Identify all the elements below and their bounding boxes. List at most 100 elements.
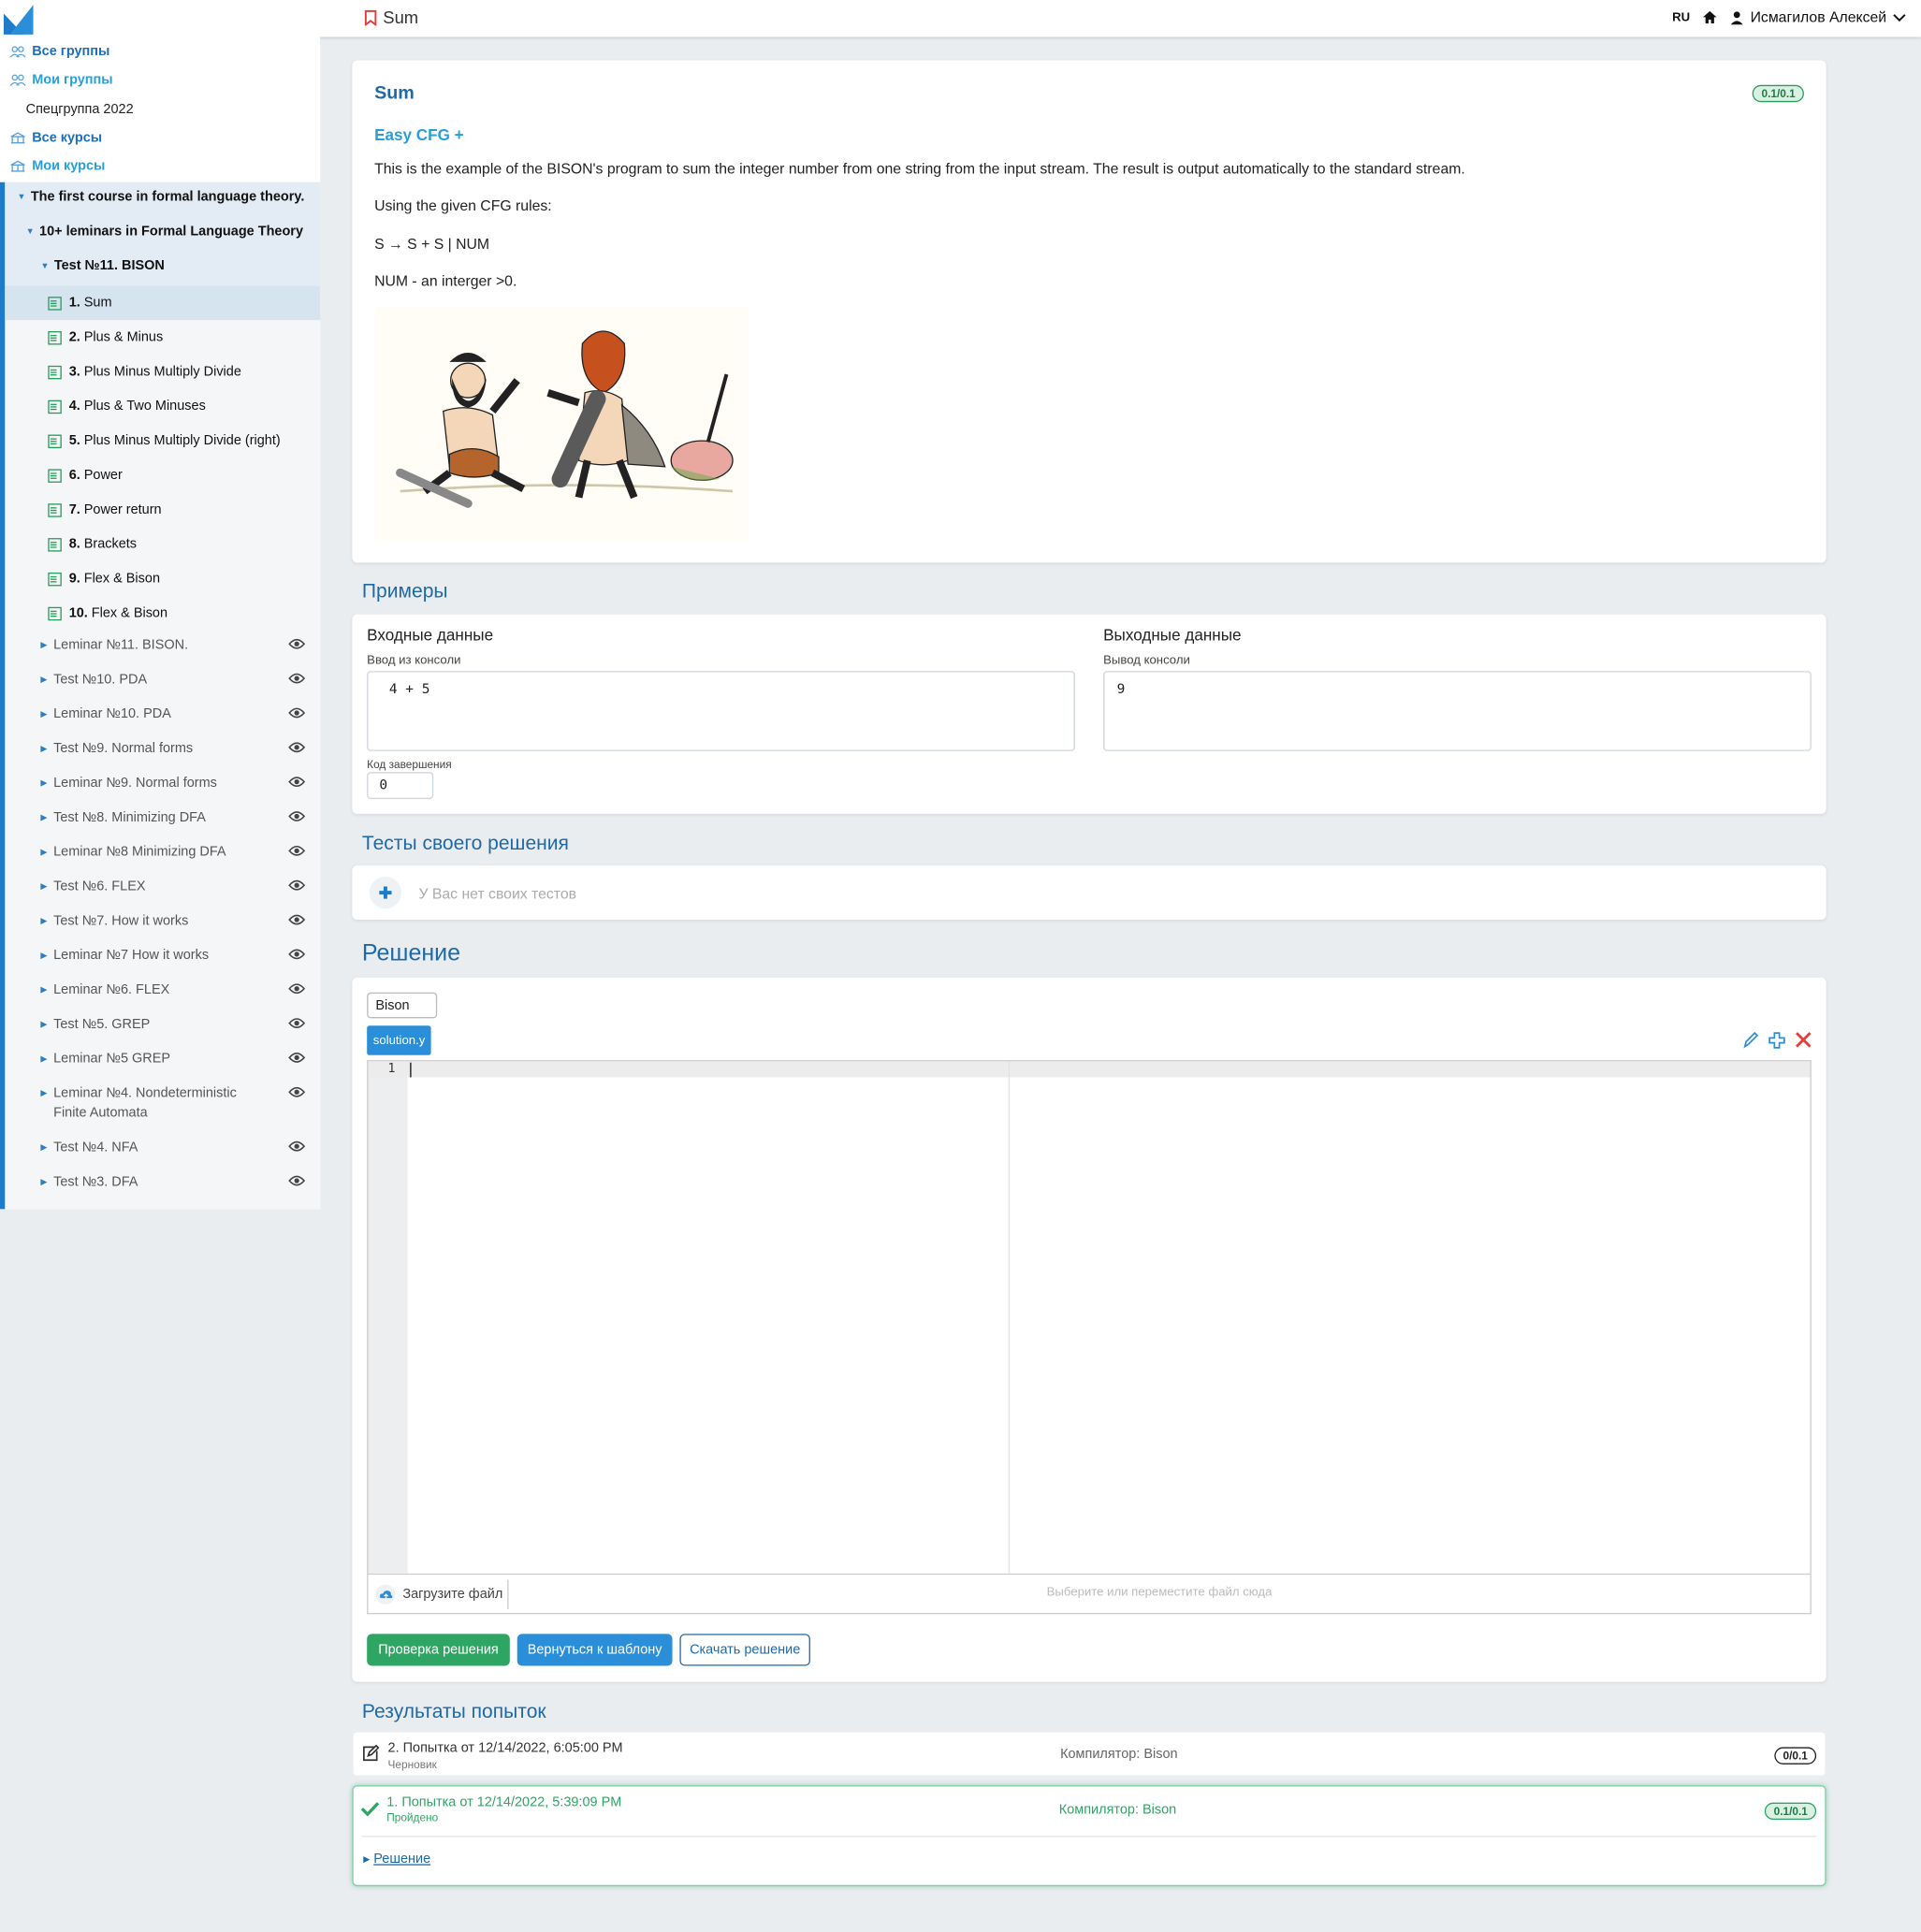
tree-task-item[interactable]: 8. Brackets xyxy=(5,527,320,561)
eye-icon[interactable] xyxy=(288,741,306,753)
task-doc-icon xyxy=(48,296,62,310)
tree-task-item[interactable]: 9. Flex & Bison xyxy=(5,561,320,596)
eye-icon[interactable] xyxy=(288,776,306,788)
eye-icon[interactable] xyxy=(288,948,306,960)
language-switch[interactable]: RU xyxy=(1672,10,1690,23)
tree-collapsed-item[interactable]: ▶ Leminar №5 GREP xyxy=(5,1049,320,1068)
task-card: Sum 0.1/0.1 Easy CFG + This is the examp… xyxy=(352,60,1826,563)
add-test-button[interactable] xyxy=(369,876,402,909)
tree-collapsed-item[interactable]: ▶ Leminar №7 How it works xyxy=(5,946,320,966)
cavemen-illustration xyxy=(375,306,749,541)
nav-all-courses[interactable]: Все курсы xyxy=(10,130,102,145)
add-file-icon[interactable] xyxy=(1768,1032,1785,1049)
tree-collapsed-item[interactable]: ▶ Leminar №4. Nondeterministic Finite Aut… xyxy=(5,1083,320,1123)
task-doc-icon xyxy=(48,399,62,414)
attempt-row[interactable]: 2. Попытка от 12/14/2022, 6:05:00 PM Чер… xyxy=(352,1731,1826,1777)
download-solution-button[interactable]: Скачать решение xyxy=(679,1634,810,1666)
tree-collapsed-item[interactable]: ▶ Test №9. Normal forms xyxy=(5,739,320,759)
attempt-divider xyxy=(361,1836,1817,1838)
tree-module[interactable]: ▼ 10+ leminars in Formal Language Theory xyxy=(26,225,303,240)
app-logo[interactable] xyxy=(3,1,35,36)
task-number: 5. xyxy=(68,433,80,449)
eye-icon[interactable] xyxy=(288,1086,306,1098)
output-example[interactable]: 9 xyxy=(1103,671,1812,751)
active-line xyxy=(368,1061,1811,1078)
file-tab-solution[interactable]: solution.y xyxy=(367,1025,431,1055)
page-title: Sum xyxy=(364,7,418,27)
delete-file-icon[interactable] xyxy=(1796,1032,1812,1048)
eye-icon[interactable] xyxy=(288,1174,306,1186)
tree-collapsed-item[interactable]: ▶ Test №5. GREP xyxy=(5,1014,320,1034)
eye-icon[interactable] xyxy=(288,1052,306,1064)
nav-my-courses[interactable]: Мои курсы xyxy=(10,158,106,174)
nav-special-group[interactable]: Спецгруппа 2022 xyxy=(26,102,134,117)
task-label: Power xyxy=(83,468,123,483)
tree-collapsed-item[interactable]: ▶ Leminar №8 Minimizing DFA xyxy=(5,842,320,862)
tree-collapsed-item[interactable]: ▶ Test №8. Minimizing DFA xyxy=(5,807,320,827)
collapsed-item-label: Leminar №9. Normal forms xyxy=(53,776,217,791)
collapsed-item-label: Leminar №4. Nondeterministic Finite Auto… xyxy=(53,1085,237,1121)
upload-file-button[interactable]: Загрузите файл xyxy=(368,1579,509,1610)
tree-test[interactable]: ▼ Test №11. BISON xyxy=(40,258,164,273)
eye-icon[interactable] xyxy=(288,706,306,719)
check-solution-button[interactable]: Проверка решения xyxy=(367,1634,510,1666)
reset-template-button[interactable]: Вернуться к шаблону xyxy=(517,1634,673,1666)
collapsed-item-label: Test №9. Normal forms xyxy=(53,741,194,757)
home-icon[interactable] xyxy=(1702,10,1718,25)
user-menu[interactable]: Исмагилов Алексей xyxy=(1731,8,1907,26)
task-number: 10. xyxy=(68,605,88,621)
tree-collapsed-item[interactable]: ▶ Leminar №11. BISON. xyxy=(5,635,320,655)
caret-down-icon: ▼ xyxy=(25,226,35,237)
tree-task-item[interactable]: 7. Power return xyxy=(5,492,320,527)
caret-right-icon: ▶ xyxy=(40,882,48,892)
tree-task-item[interactable]: 2. Plus & Minus xyxy=(5,320,320,355)
eye-icon[interactable] xyxy=(288,673,306,685)
tree-collapsed-item[interactable]: ▶ Leminar №9. Normal forms xyxy=(5,773,320,792)
solution-link[interactable]: Решение xyxy=(373,1852,430,1867)
solution-toggle[interactable]: ▶ Решение xyxy=(363,1852,430,1867)
caret-right-icon: ▶ xyxy=(40,1020,48,1030)
eye-icon[interactable] xyxy=(288,1017,306,1029)
tree-task-item[interactable]: 4. Plus & Two Minuses xyxy=(5,389,320,424)
tree-collapsed-item[interactable]: ▶ Test №4. NFA xyxy=(5,1138,320,1157)
plus-icon xyxy=(379,886,392,899)
eye-icon[interactable] xyxy=(288,879,306,892)
eye-icon[interactable] xyxy=(288,913,306,925)
tree-collapsed-item[interactable]: ▶ Test №3. DFA xyxy=(5,1172,320,1192)
tree-collapsed-item[interactable]: ▶ Test №7. How it works xyxy=(5,911,320,931)
eye-icon[interactable] xyxy=(288,810,306,822)
nav-my-courses-label: Мои курсы xyxy=(32,158,106,174)
tree-course[interactable]: ▼ The first course in formal language th… xyxy=(17,190,304,205)
eye-icon[interactable] xyxy=(288,845,306,857)
input-example[interactable]: 4 + 5 xyxy=(367,671,1075,751)
attempt-row[interactable]: 1. Попытка от 12/14/2022, 5:39:09 PM Про… xyxy=(352,1785,1826,1887)
nav-all-groups[interactable]: Все группы xyxy=(9,44,110,59)
code-editor[interactable]: 1 xyxy=(367,1060,1812,1576)
eye-icon[interactable] xyxy=(288,1140,306,1153)
tree-collapsed-item[interactable]: ▶ Leminar №10. PDA xyxy=(5,705,320,724)
tree-collapsed-item[interactable]: ▶ Test №10. PDA xyxy=(5,670,320,690)
tree-collapsed-item[interactable]: ▶ Test №6. FLEX xyxy=(5,877,320,896)
nav-my-groups[interactable]: Мои группы xyxy=(9,73,113,87)
bookmark-icon[interactable] xyxy=(364,9,377,25)
caret-down-icon: ▼ xyxy=(40,261,50,270)
caret-right-icon: ▶ xyxy=(40,813,48,823)
courses-icon xyxy=(10,160,25,172)
task-label: Power return xyxy=(83,501,162,517)
tree-task-item[interactable]: 10. Flex & Bison xyxy=(5,596,320,631)
compiler-select[interactable]: Bison xyxy=(367,992,438,1019)
eye-icon[interactable] xyxy=(288,638,306,650)
upload-bar[interactable]: Загрузите файл Выберите или переместите … xyxy=(367,1575,1812,1615)
tree-task-item[interactable]: 1. Sum xyxy=(5,285,321,321)
tree-task-item[interactable]: 3. Plus Minus Multiply Divide xyxy=(5,355,320,389)
exit-code-field[interactable]: 0 xyxy=(367,772,434,800)
eye-icon[interactable] xyxy=(288,982,306,995)
tree-task-item[interactable]: 6. Power xyxy=(5,458,320,493)
own-tests-title: Тесты своего решения xyxy=(361,833,569,855)
tree-task-item[interactable]: 5. Plus Minus Multiply Divide (right) xyxy=(5,424,320,458)
tree-collapsed-item[interactable]: ▶ Leminar №6. FLEX xyxy=(5,981,320,1000)
edit-pencil-icon[interactable] xyxy=(1742,1031,1759,1049)
topbar: Sum RU Исмагилов Алексей xyxy=(0,0,1921,37)
chevron-down-icon xyxy=(1893,13,1906,22)
caret-right-icon: ▶ xyxy=(40,675,48,685)
